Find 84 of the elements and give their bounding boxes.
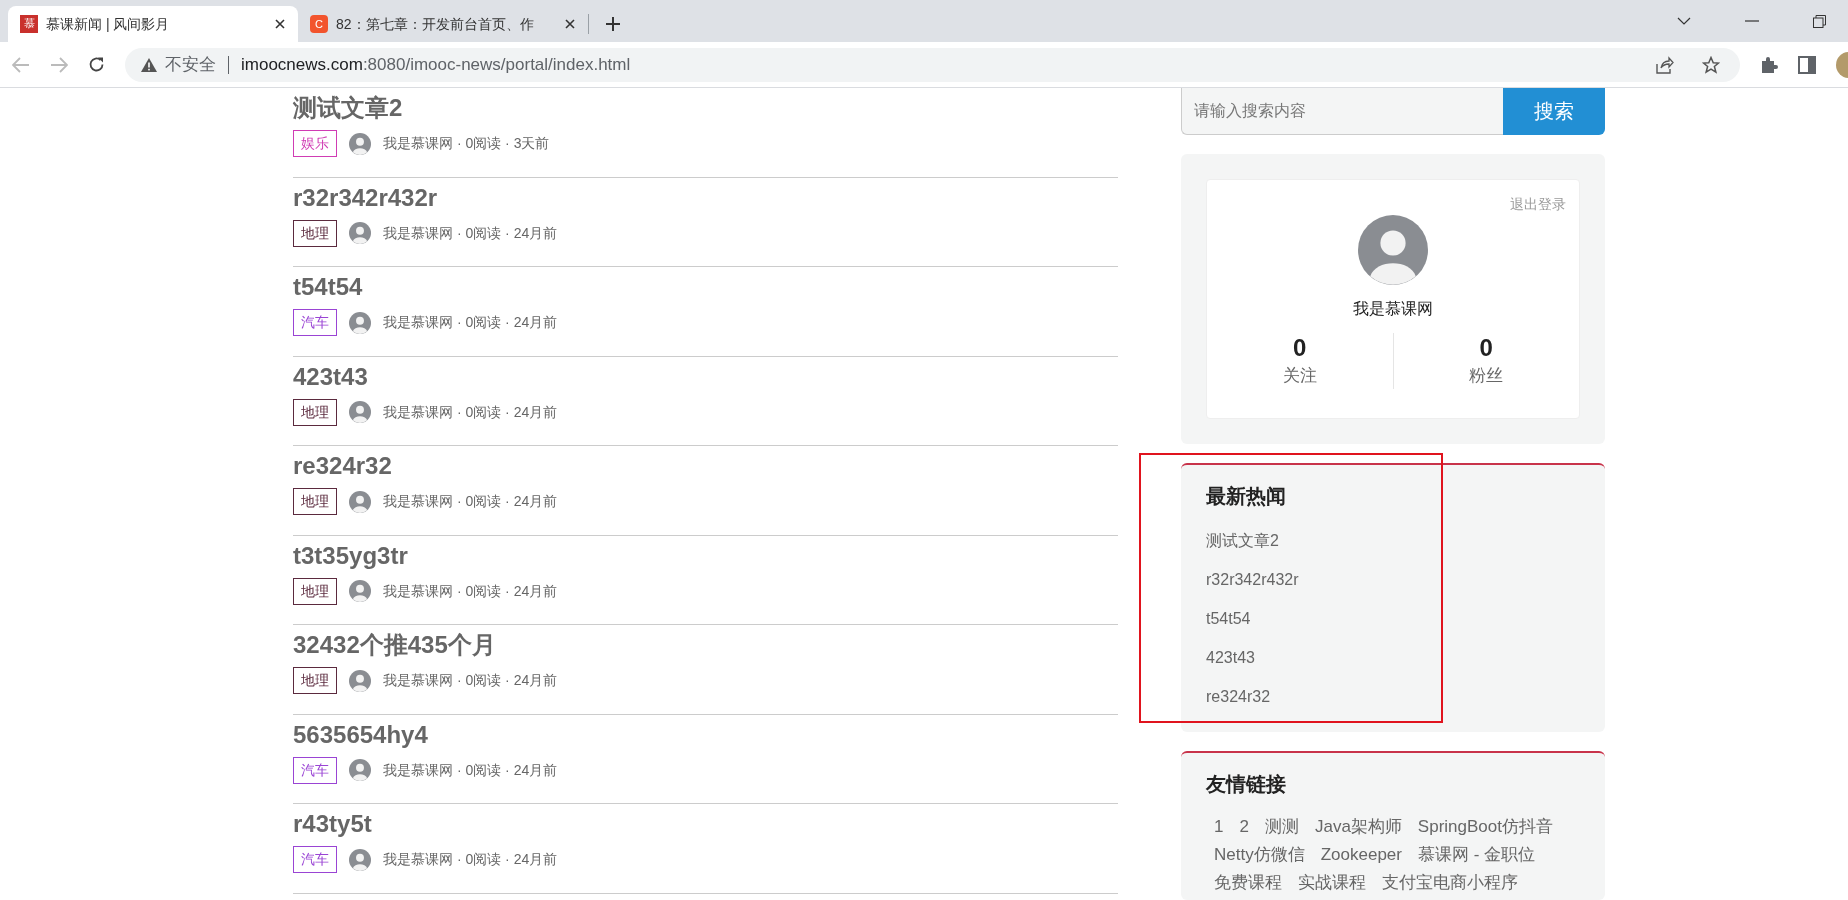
avatar-icon bbox=[349, 669, 371, 692]
friend-link[interactable]: 免费课程 bbox=[1214, 869, 1282, 897]
favicon: 慕 bbox=[20, 15, 38, 33]
avatar-icon bbox=[349, 490, 371, 513]
stat-value: 0 bbox=[1479, 333, 1493, 363]
security-label: 不安全 bbox=[165, 53, 216, 76]
category-tag[interactable]: 地理 bbox=[293, 398, 337, 426]
article-meta: 我是慕课网 · 0阅读 · 24月前 bbox=[383, 492, 558, 511]
side-panel-icon[interactable] bbox=[1798, 55, 1816, 74]
article-meta: 我是慕课网 · 0阅读 · 24月前 bbox=[383, 760, 558, 780]
hot-news-link[interactable]: re324r32 bbox=[1206, 677, 1271, 716]
category-tag[interactable]: 地理 bbox=[293, 667, 337, 694]
avatar-icon bbox=[349, 848, 371, 871]
close-icon[interactable] bbox=[274, 18, 286, 30]
restore-icon[interactable] bbox=[1813, 14, 1826, 28]
article-title[interactable]: 423t43 bbox=[293, 359, 1118, 394]
friend-link[interactable]: 慕课网 - 金职位 bbox=[1417, 841, 1536, 869]
category-tag[interactable]: 汽车 bbox=[293, 309, 337, 336]
chevron-down-icon[interactable] bbox=[1677, 17, 1691, 25]
search-field[interactable]: 请输入搜索内容 bbox=[1181, 88, 1503, 135]
star-icon[interactable] bbox=[1702, 55, 1720, 74]
category-tag[interactable]: 地理 bbox=[293, 577, 337, 605]
browser-tab[interactable]: 慕 慕课新闻 | 风间影月 bbox=[8, 6, 298, 42]
new-tab-icon[interactable] bbox=[605, 16, 621, 32]
category-tag[interactable]: 汽车 bbox=[293, 756, 337, 784]
article-title[interactable]: t54t54 bbox=[293, 270, 1118, 304]
reload-icon[interactable] bbox=[88, 56, 105, 73]
share-icon[interactable] bbox=[1656, 55, 1674, 74]
hot-news-link[interactable]: 测试文章2 bbox=[1206, 521, 1279, 560]
friend-link[interactable]: SpringBoot仿抖音 bbox=[1417, 813, 1553, 841]
article-title[interactable]: re324r32 bbox=[293, 449, 1118, 483]
search-button[interactable]: 搜索 bbox=[1503, 88, 1605, 135]
extensions-icon[interactable] bbox=[1760, 55, 1778, 74]
panel-title: 友情链接 bbox=[1206, 772, 1287, 797]
tab-title: 慕课新闻 | 风间影月 bbox=[46, 14, 171, 34]
address-bar[interactable]: 不安全 imoocnews.com:8080/imooc-news/portal/index.html bbox=[125, 47, 1740, 82]
friend-link[interactable]: 支付宝电商小程序 bbox=[1382, 869, 1518, 897]
panel-title: 最新热闻 bbox=[1206, 484, 1287, 509]
hot-news-link[interactable]: t54t54 bbox=[1206, 599, 1251, 638]
friend-link[interactable]: 1 bbox=[1214, 813, 1224, 841]
article-title[interactable]: r43ty5t bbox=[293, 807, 1118, 841]
category-tag[interactable]: 地理 bbox=[293, 219, 337, 247]
article-meta: 我是慕课网 · 0阅读 · 24月前 bbox=[383, 223, 558, 243]
article-title[interactable]: 32432个推435个月 bbox=[293, 628, 1118, 662]
friend-link[interactable]: Netty仿微信 bbox=[1214, 841, 1305, 869]
friend-link[interactable]: 实战课程 bbox=[1298, 869, 1366, 897]
friend-link[interactable]: 测测 bbox=[1264, 813, 1299, 841]
article-title[interactable]: 5635654hy4 bbox=[293, 717, 1118, 752]
hot-news-link[interactable]: 423t43 bbox=[1206, 638, 1255, 677]
hot-news-link[interactable]: r32r342r432r bbox=[1206, 560, 1299, 599]
category-tag[interactable]: 地理 bbox=[293, 488, 337, 515]
stat-value: 0 bbox=[1293, 333, 1307, 363]
avatar-icon bbox=[349, 222, 371, 244]
close-icon[interactable] bbox=[564, 18, 576, 30]
friend-link[interactable]: Java架构师 bbox=[1314, 813, 1402, 841]
category-tag[interactable]: 娱乐 bbox=[293, 130, 337, 157]
profile-icon[interactable] bbox=[1836, 51, 1848, 78]
article-meta: 我是慕课网 · 0阅读 · 24月前 bbox=[383, 581, 558, 601]
avatar-icon bbox=[349, 401, 371, 423]
friend-link[interactable]: Zookeeper bbox=[1320, 841, 1402, 869]
article-title[interactable]: r32r342r432r bbox=[293, 180, 1118, 215]
avatar-icon bbox=[1358, 215, 1428, 285]
browser-tab[interactable]: C 82：第七章：开发前台首页、作 bbox=[298, 6, 588, 42]
article-meta: 我是慕课网 · 0阅读 · 24月前 bbox=[383, 671, 558, 690]
friend-link[interactable]: 2 bbox=[1239, 813, 1249, 841]
avatar-icon bbox=[349, 759, 371, 781]
avatar-icon bbox=[349, 311, 371, 334]
user-name: 我是慕课网 bbox=[1353, 299, 1433, 319]
article-meta: 我是慕课网 · 0阅读 · 24月前 bbox=[383, 850, 558, 869]
tab-title: 82：第七章：开发前台首页、作 bbox=[336, 14, 535, 34]
stat-label: 粉丝 bbox=[1469, 365, 1504, 387]
avatar-icon bbox=[349, 132, 371, 155]
logout-link[interactable]: 退出登录 bbox=[1510, 194, 1566, 215]
article-title[interactable]: 测试文章2 bbox=[293, 91, 1118, 125]
article-meta: 我是慕课网 · 0阅读 · 24月前 bbox=[383, 313, 558, 332]
warning-icon bbox=[141, 57, 157, 72]
article-title[interactable]: t3t35yg3tr bbox=[293, 538, 1118, 573]
stat-label: 关注 bbox=[1282, 365, 1317, 387]
favicon: C bbox=[310, 15, 328, 33]
article-meta: 我是慕课网 · 0阅读 · 24月前 bbox=[383, 402, 558, 422]
category-tag[interactable]: 汽车 bbox=[293, 846, 337, 873]
article-meta: 我是慕课网 · 0阅读 · 3天前 bbox=[383, 134, 550, 153]
url-text: imoocnews.com:8080/imooc-news/portal/index.html bbox=[241, 53, 631, 76]
avatar-icon bbox=[349, 580, 371, 602]
